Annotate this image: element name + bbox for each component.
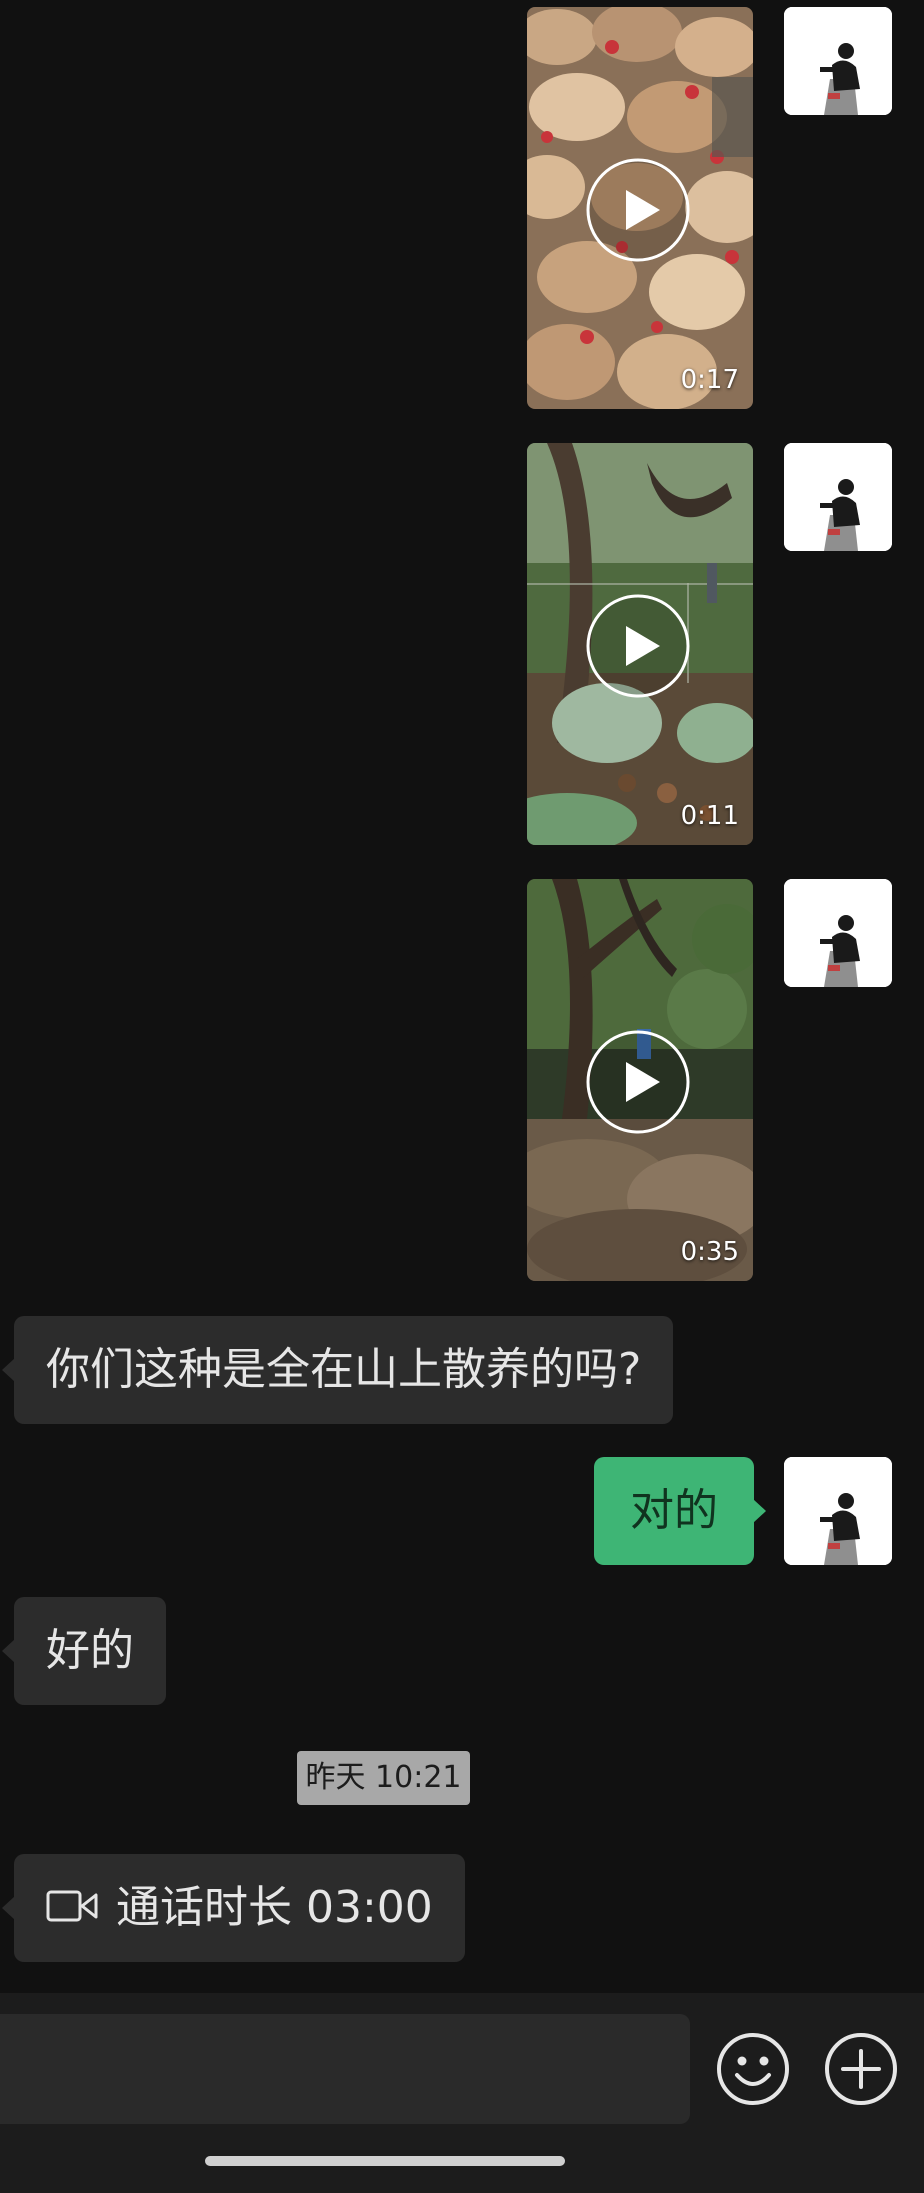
play-icon[interactable]: [586, 594, 690, 698]
emoji-icon[interactable]: [715, 2031, 791, 2107]
video-message[interactable]: 0:11: [527, 443, 753, 845]
chat-input-bar: [0, 1993, 924, 2193]
call-record-bubble[interactable]: 通话时长 03:00: [2, 1854, 465, 1962]
play-icon[interactable]: [586, 158, 690, 262]
plus-circle-icon[interactable]: [823, 2031, 899, 2107]
avatar-person-icon: [784, 443, 892, 551]
message-text: 好的: [46, 1625, 134, 1676]
incoming-message-bubble[interactable]: 好的: [2, 1597, 166, 1705]
home-indicator: [205, 2156, 565, 2166]
video-duration: 0:17: [680, 365, 739, 395]
avatar[interactable]: [784, 879, 892, 987]
avatar-person-icon: [784, 879, 892, 987]
outgoing-message-bubble[interactable]: 对的: [594, 1457, 766, 1565]
call-duration-text: 通话时长 03:00: [116, 1882, 433, 1933]
message-input[interactable]: [0, 2014, 690, 2124]
avatar-person-icon: [784, 1457, 892, 1565]
avatar[interactable]: [784, 7, 892, 115]
avatar[interactable]: [784, 443, 892, 551]
video-message[interactable]: 0:17: [527, 7, 753, 409]
incoming-message-bubble[interactable]: 你们这种是全在山上散养的吗?: [1, 1316, 674, 1424]
timestamp-divider: 昨天 10:21: [297, 1751, 470, 1805]
video-message[interactable]: 0:35: [527, 879, 753, 1281]
avatar-person-icon: [784, 7, 892, 115]
message-text: 对的: [630, 1485, 718, 1536]
avatar[interactable]: [784, 1457, 892, 1565]
message-text: 你们这种是全在山上散养的吗?: [46, 1344, 642, 1395]
video-duration: 0:11: [680, 801, 739, 831]
video-call-icon: [46, 1890, 98, 1922]
play-icon[interactable]: [586, 1030, 690, 1134]
video-duration: 0:35: [680, 1237, 739, 1267]
